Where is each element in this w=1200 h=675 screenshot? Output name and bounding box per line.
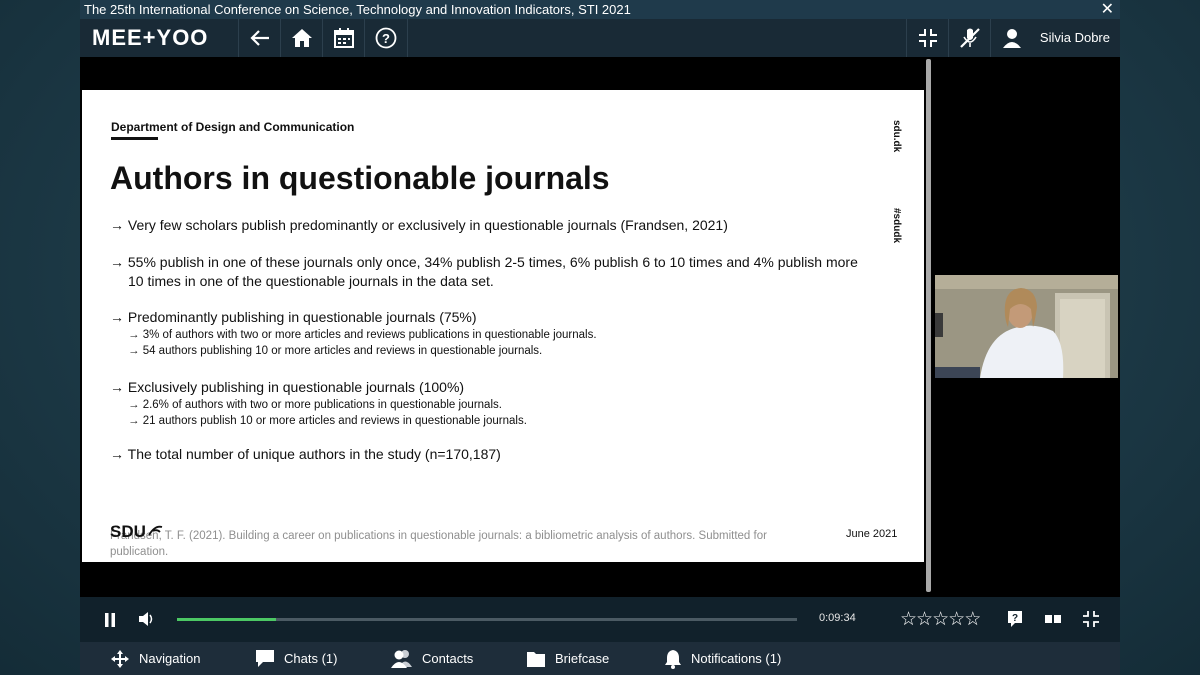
bottom-navigation: Navigation Chats (1) Contacts Briefcase … bbox=[80, 642, 1120, 675]
nav-briefcase-label: Briefcase bbox=[555, 651, 610, 666]
department-underline bbox=[111, 137, 158, 140]
bullet-3: → Predominantly publishing in questionab… bbox=[110, 309, 477, 325]
bullet-4-sub-1: → 2.6% of authors with two or more publi… bbox=[128, 399, 502, 411]
exit-fullscreen-icon[interactable] bbox=[1082, 610, 1100, 628]
help-icon: ? bbox=[375, 27, 397, 49]
close-icon[interactable]: ✕ bbox=[1101, 0, 1114, 19]
layout-icon[interactable] bbox=[1045, 614, 1061, 624]
window-titlebar: The 25th International Conference on Sci… bbox=[80, 0, 1120, 19]
star-icon[interactable]: ☆ bbox=[932, 609, 949, 630]
back-button[interactable] bbox=[238, 19, 281, 57]
star-icon[interactable]: ☆ bbox=[916, 609, 933, 630]
back-arrow-icon bbox=[250, 30, 269, 46]
nav-briefcase[interactable]: Briefcase bbox=[526, 642, 609, 675]
nav-chats-label: Chats (1) bbox=[284, 651, 338, 666]
player-controls: 0:09:34 ☆☆☆☆☆ ? bbox=[80, 597, 1120, 642]
bullet-2: → 55% publish in one of these journals o… bbox=[110, 254, 858, 270]
user-icon bbox=[1003, 29, 1021, 48]
pause-icon[interactable] bbox=[104, 613, 116, 627]
profile-button[interactable] bbox=[990, 19, 1033, 57]
help-button[interactable]: ? bbox=[364, 19, 408, 57]
folder-icon bbox=[527, 651, 545, 667]
nav-navigation-label: Navigation bbox=[139, 651, 201, 666]
bullet-1: → Very few scholars publish predominantl… bbox=[110, 217, 728, 233]
bell-icon bbox=[665, 649, 681, 669]
chat-icon bbox=[256, 650, 274, 667]
question-icon[interactable]: ? bbox=[1007, 610, 1023, 628]
fullscreen-exit-button[interactable] bbox=[906, 19, 949, 57]
mute-button[interactable] bbox=[948, 19, 991, 57]
user-name[interactable]: Silvia Dobre bbox=[1040, 30, 1110, 45]
agenda-button[interactable] bbox=[322, 19, 365, 57]
star-icon[interactable]: ☆ bbox=[964, 609, 981, 630]
window-title: The 25th International Conference on Sci… bbox=[84, 2, 631, 17]
mic-off-icon bbox=[960, 28, 980, 48]
home-button[interactable] bbox=[280, 19, 323, 57]
speaker-video[interactable] bbox=[935, 275, 1118, 378]
nav-contacts[interactable]: Contacts bbox=[391, 642, 473, 675]
home-icon bbox=[292, 29, 312, 47]
bullet-3-sub-2: → 54 authors publishing 10 or more artic… bbox=[128, 345, 543, 357]
nav-navigation[interactable]: Navigation bbox=[110, 642, 200, 675]
star-icon[interactable]: ☆ bbox=[948, 609, 965, 630]
svg-text:?: ? bbox=[1012, 613, 1018, 624]
nav-notifications-label: Notifications (1) bbox=[691, 651, 782, 666]
bullet-5: → The total number of unique authors in … bbox=[110, 446, 501, 462]
slide-department: Department of Design and Communication bbox=[111, 120, 355, 134]
star-icon[interactable]: ☆ bbox=[900, 609, 917, 630]
fullscreen-exit-icon bbox=[919, 29, 937, 47]
rating-stars[interactable]: ☆☆☆☆☆ bbox=[900, 608, 981, 631]
nav-notifications[interactable]: Notifications (1) bbox=[664, 642, 781, 675]
progress-fill bbox=[177, 618, 277, 621]
sdu-logo-mark bbox=[148, 525, 163, 536]
side-label-url: sdu.dk bbox=[891, 120, 902, 153]
slide-citation: Frandsen, T. F. (2021). Building a caree… bbox=[110, 530, 767, 558]
speaker-video-frame bbox=[935, 275, 1118, 378]
app-header: MEE+YOO ? Silvia Dobre bbox=[80, 19, 1120, 57]
meetyoo-logo: MEE+YOO bbox=[92, 25, 209, 50]
sdu-logo: SDU bbox=[110, 522, 163, 542]
bullet-2-continued: 10 times in one of the questionable jour… bbox=[128, 273, 494, 289]
bullet-4-sub-2: → 21 authors publish 10 or more articles… bbox=[128, 415, 527, 427]
sdu-logo-text: SDU bbox=[110, 522, 146, 541]
nav-chats[interactable]: Chats (1) bbox=[255, 642, 337, 675]
volume-icon[interactable] bbox=[138, 611, 156, 627]
nav-contacts-label: Contacts bbox=[422, 651, 474, 666]
presentation-slide: Department of Design and Communication A… bbox=[82, 90, 924, 562]
bullet-3-sub-1: → 3% of authors with two or more article… bbox=[128, 329, 597, 341]
side-label-hashtag: #sdudk bbox=[891, 208, 902, 244]
stage-scrollbar[interactable] bbox=[926, 59, 931, 592]
playback-time: 0:09:34 bbox=[819, 612, 856, 624]
calendar-icon bbox=[334, 28, 354, 48]
svg-text:?: ? bbox=[382, 31, 390, 46]
progress-bar[interactable] bbox=[177, 618, 797, 621]
slide-date: June 2021 bbox=[846, 528, 898, 540]
slide-title: Authors in questionable journals bbox=[110, 160, 610, 196]
contacts-icon bbox=[391, 650, 412, 668]
bullet-4: → Exclusively publishing in questionable… bbox=[110, 379, 465, 395]
move-icon bbox=[111, 649, 129, 668]
